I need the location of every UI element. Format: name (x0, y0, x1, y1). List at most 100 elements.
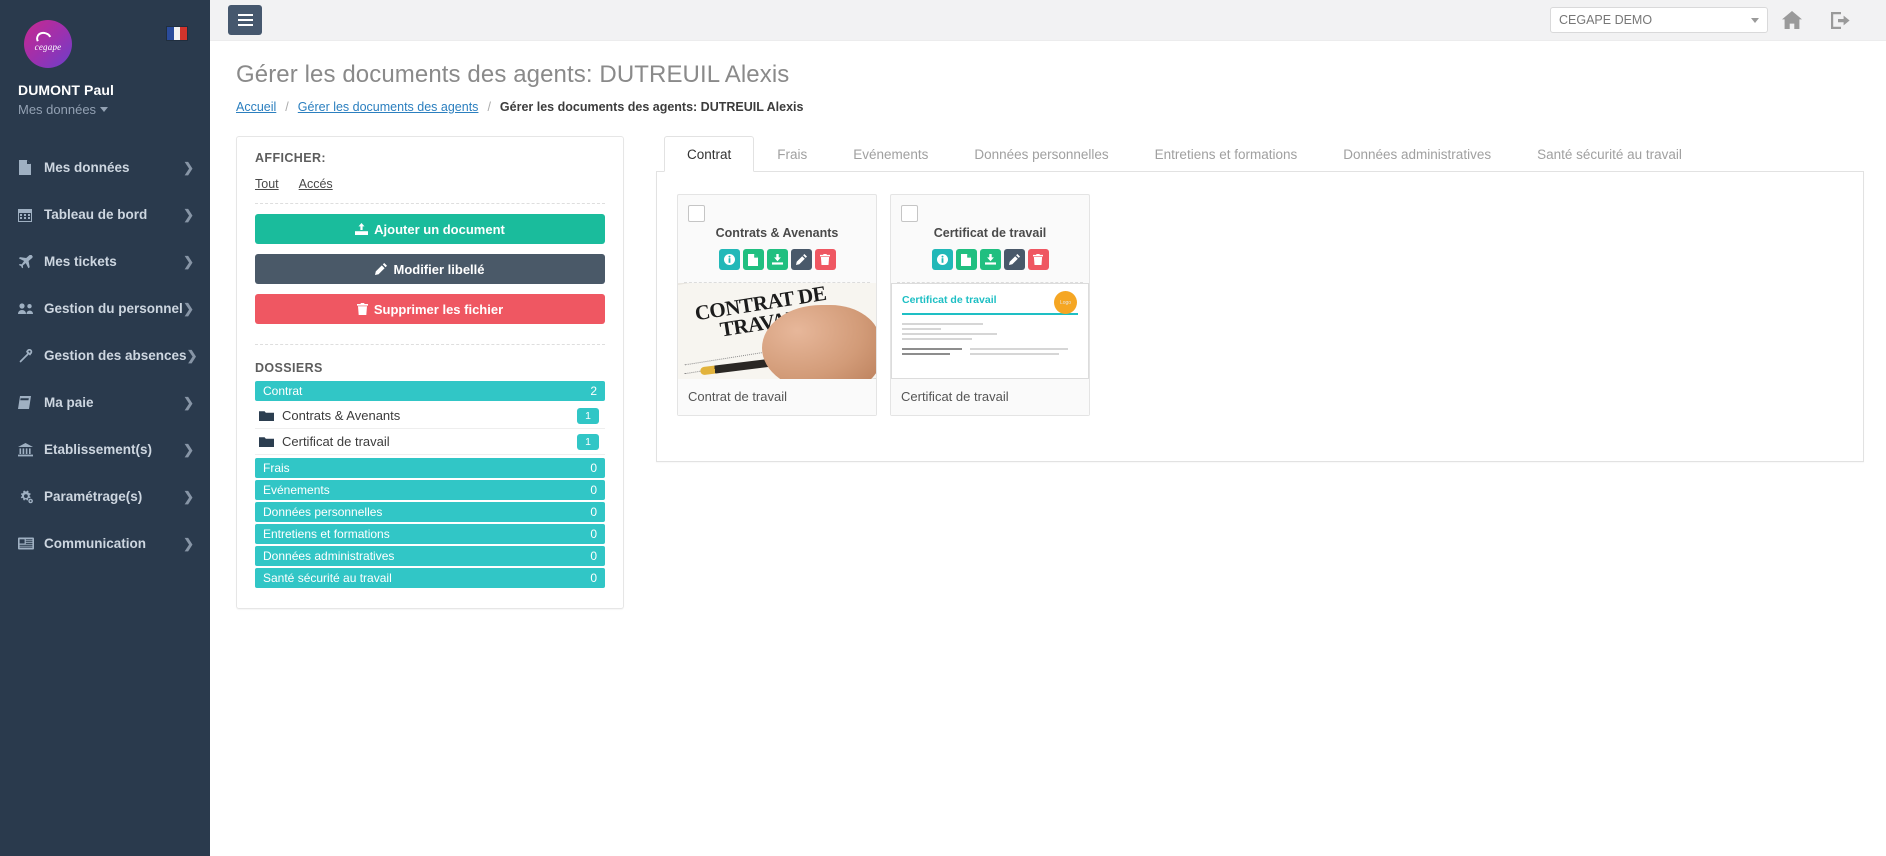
certificate-stamp-icon: Logo (1054, 291, 1077, 314)
sidebar-item-label: Paramétrage(s) (44, 489, 143, 504)
folder-category-label: Frais (263, 461, 290, 475)
pencil-icon (375, 263, 388, 275)
link-icon (18, 348, 44, 363)
sidebar-item-label: Ma paie (44, 395, 94, 410)
brand-logo-text: cegape (34, 42, 62, 52)
folder-category-sante-securite-au-travail[interactable]: Santé sécurité au travail 0 (255, 568, 605, 588)
sidebar-item-mes-donnees[interactable]: Mes données ❯ (0, 144, 210, 191)
france-flag-icon[interactable] (166, 26, 188, 41)
chevron-right-icon: ❯ (183, 489, 194, 504)
filter-links: Tout Accés (255, 177, 605, 204)
sidebar-item-etablissements[interactable]: Etablissement(s) ❯ (0, 426, 210, 473)
document-thumbnail: CONTRAT DE TRAVAIL (678, 283, 876, 379)
delete-files-button[interactable]: Supprimer les fichier (255, 294, 605, 324)
trash-icon (356, 303, 368, 315)
download-icon[interactable] (979, 249, 1001, 270)
avatar[interactable]: cegape (24, 20, 72, 68)
add-document-button[interactable]: Ajouter un document (255, 214, 605, 244)
sidebar-item-mes-tickets[interactable]: Mes tickets ❯ (0, 238, 210, 285)
certificate-heading: Certificat de travail (902, 294, 997, 306)
plane-icon (18, 254, 44, 269)
folder-category-count: 0 (590, 483, 597, 497)
folder-category-donnees-personnelles[interactable]: Données personnelles 0 (255, 502, 605, 522)
folder-item-count: 1 (577, 433, 599, 450)
document-card[interactable]: Contrats & Avenants CONTRAT DE TRAVAIL C… (677, 194, 877, 416)
tab-frais[interactable]: Frais (754, 136, 830, 172)
sidebar-item-label: Gestion des absences (44, 348, 187, 363)
organisation-select[interactable]: CEGAPE DEMO (1550, 7, 1768, 33)
tab-donnees-personnelles[interactable]: Données personnelles (951, 136, 1131, 172)
tab-evenements[interactable]: Evénements (830, 136, 951, 172)
content: AFFICHER: Tout Accés Ajouter un document… (210, 114, 1886, 609)
sidebar-item-gestion-du-personnel[interactable]: Gestion du personnel ❯ (0, 285, 210, 332)
folder-category-count: 0 (590, 461, 597, 475)
breadcrumb-separator: / (487, 100, 491, 114)
sidebar-item-ma-paie[interactable]: Ma paie ❯ (0, 379, 210, 426)
file-icon[interactable] (955, 249, 977, 270)
document-folder-title: Contrats & Avenants (715, 226, 839, 240)
tab-entretiens-et-formations[interactable]: Entretiens et formations (1132, 136, 1321, 172)
document-card[interactable]: Certificat de travail Certificat de trav… (890, 194, 1090, 416)
pencil-icon[interactable] (790, 249, 812, 270)
filter-acces[interactable]: Accés (299, 177, 333, 191)
filter-tout[interactable]: Tout (255, 177, 279, 191)
delete-files-label: Supprimer les fichier (373, 301, 504, 317)
sidebar: cegape DUMONT Paul Mes données Mes donné… (0, 0, 210, 856)
tab-list: Contrat Frais Evénements Données personn… (656, 136, 1864, 172)
breadcrumb-separator: / (285, 100, 289, 114)
trash-icon[interactable] (814, 249, 836, 270)
book-icon (18, 396, 44, 409)
sidebar-item-label: Etablissement(s) (44, 442, 153, 457)
sidebar-item-communication[interactable]: Communication ❯ (0, 520, 210, 567)
folder-category-evenements[interactable]: Evénements 0 (255, 480, 605, 500)
chevron-right-icon: ❯ (183, 160, 194, 175)
sidebar-user-menu[interactable]: Mes données (18, 102, 210, 117)
folder-category-donnees-administratives[interactable]: Données administratives 0 (255, 546, 605, 566)
pencil-icon[interactable] (1003, 249, 1025, 270)
home-icon[interactable] (1768, 0, 1816, 41)
folder-category-label: Données administratives (263, 549, 395, 563)
gears-icon (18, 490, 44, 504)
tab-donnees-administratives[interactable]: Données administratives (1320, 136, 1514, 172)
tab-contrat[interactable]: Contrat (664, 136, 755, 172)
breadcrumb-item-gerer-documents[interactable]: Gérer les documents des agents (298, 100, 479, 114)
logout-icon[interactable] (1816, 0, 1864, 41)
chevron-down-icon (1751, 17, 1759, 23)
bank-icon (18, 442, 44, 457)
folder-icon (259, 436, 274, 448)
hamburger-icon[interactable] (228, 5, 262, 35)
tab-sante-securite-au-travail[interactable]: Santé sécurité au travail (1514, 136, 1705, 172)
document-select-checkbox[interactable] (901, 205, 918, 222)
breadcrumb-item-accueil[interactable]: Accueil (236, 100, 276, 114)
sidebar-nav: Mes données ❯ Tableau de bord ❯ Mes tick… (0, 144, 210, 567)
folder-item-label: Contrats & Avenants (282, 408, 401, 423)
folder-category-label: Santé sécurité au travail (263, 571, 392, 585)
page-head: Gérer les documents des agents: DUTREUIL… (210, 41, 1886, 114)
chevron-right-icon: ❯ (183, 395, 194, 410)
afficher-label: AFFICHER: (255, 151, 326, 165)
chevron-right-icon: ❯ (183, 536, 194, 551)
upload-icon (355, 223, 369, 235)
chevron-right-icon: ❯ (186, 348, 198, 363)
document-card-list: Contrats & Avenants CONTRAT DE TRAVAIL C… (677, 194, 1843, 416)
folder-item-certificat-de-travail[interactable]: Certificat de travail 1 (255, 429, 605, 455)
trash-icon[interactable] (1027, 249, 1049, 270)
organisation-select-value: CEGAPE DEMO (1559, 13, 1653, 27)
folder-item-contrats-avenants[interactable]: Contrats & Avenants 1 (255, 403, 605, 429)
info-icon[interactable] (931, 249, 953, 270)
sidebar-item-gestion-des-absences[interactable]: Gestion des absences ❯ (0, 332, 210, 379)
document-select-checkbox[interactable] (688, 205, 705, 222)
download-icon[interactable] (766, 249, 788, 270)
topbar-right: CEGAPE DEMO (1550, 0, 1864, 41)
info-icon[interactable] (718, 249, 740, 270)
folder-category-label: Contrat (263, 384, 303, 398)
folder-category-contrat[interactable]: Contrat 2 (255, 381, 605, 401)
sidebar-item-tableau-de-bord[interactable]: Tableau de bord ❯ (0, 191, 210, 238)
sidebar-item-parametrages[interactable]: Paramétrage(s) ❯ (0, 473, 210, 520)
folder-category-count: 2 (590, 384, 597, 398)
folder-category-entretiens-et-formations[interactable]: Entretiens et formations 0 (255, 524, 605, 544)
sidebar-item-label: Communication (44, 536, 147, 551)
folder-category-frais[interactable]: Frais 0 (255, 458, 605, 478)
file-icon[interactable] (742, 249, 764, 270)
edit-label-button[interactable]: Modifier libellé (255, 254, 605, 284)
